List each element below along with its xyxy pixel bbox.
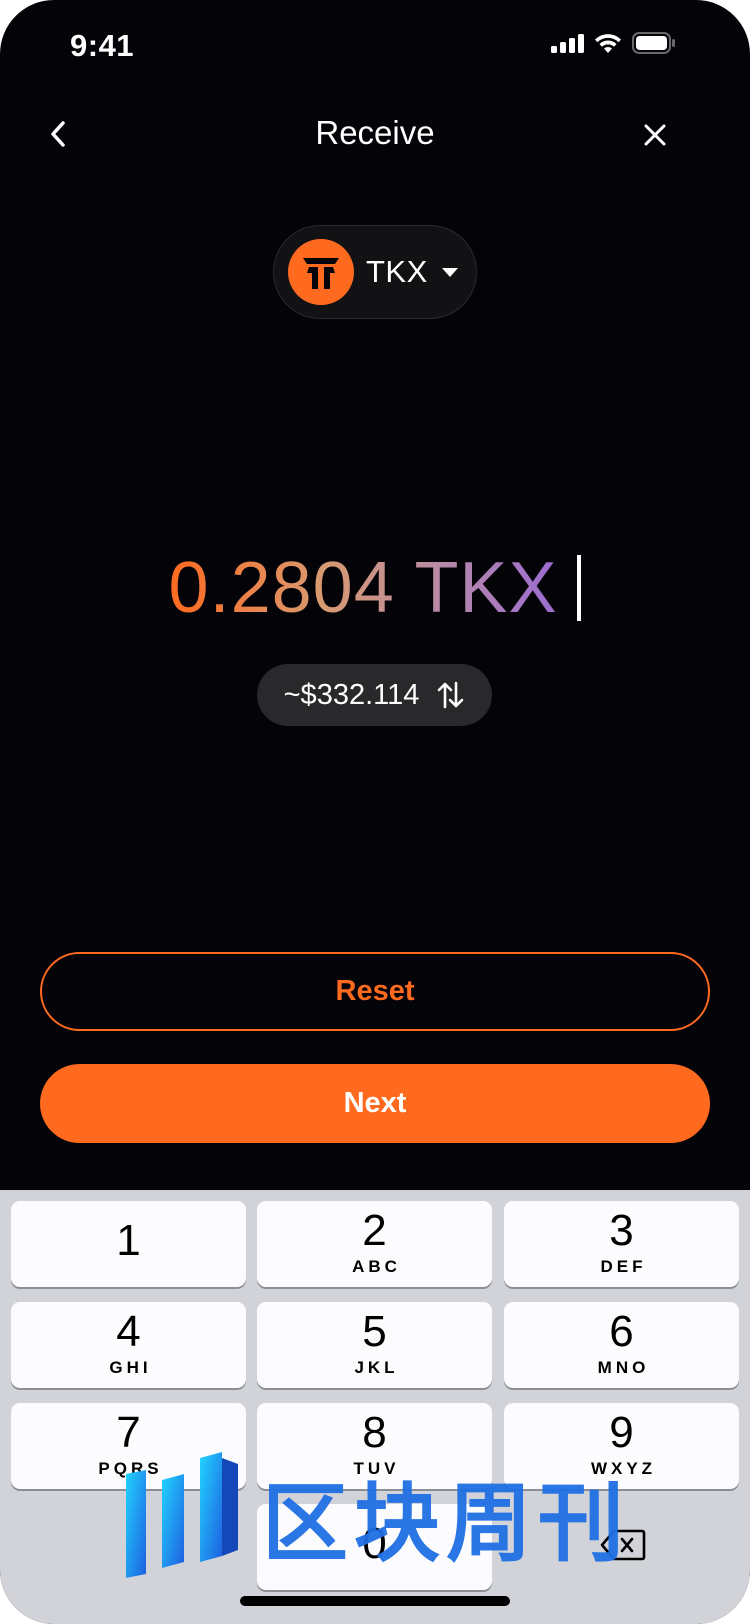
close-button[interactable] [638, 118, 672, 152]
key-2[interactable]: 2 ABC [257, 1201, 492, 1287]
key-6[interactable]: 6 MNO [504, 1302, 739, 1388]
signal-icon [551, 33, 584, 53]
watermark: 区块周刊 [122, 1450, 630, 1580]
key-4[interactable]: 4 GHI [11, 1302, 246, 1388]
reset-button[interactable]: Reset [40, 952, 710, 1031]
watermark-logo-icon [126, 1452, 238, 1578]
status-time: 9:41 [70, 28, 135, 63]
key-5[interactable]: 5 JKL [257, 1302, 492, 1388]
amount-value: 0.2804 TKX [168, 548, 558, 628]
amount-display[interactable]: 0.2804 TKX [0, 548, 750, 628]
wifi-icon [595, 33, 621, 53]
fiat-value: ~$332.114 [283, 678, 420, 711]
home-indicator [240, 1596, 510, 1606]
token-logo-icon [288, 239, 354, 305]
caret-down-icon [441, 267, 458, 277]
status-icons [551, 32, 676, 54]
text-cursor [577, 555, 582, 621]
swap-arrows-icon [435, 680, 465, 710]
key-3[interactable]: 3 DEF [504, 1201, 739, 1287]
key-1[interactable]: 1 [11, 1201, 246, 1287]
close-icon [644, 124, 666, 146]
token-symbol: TKX [366, 254, 428, 289]
fiat-toggle[interactable]: ~$332.114 [257, 664, 492, 726]
app-screen: 9:41 Receive TKX 0.2804 TKX ~$332.114 Re… [0, 0, 750, 1624]
watermark-text: 区块周刊 [262, 1473, 630, 1574]
battery-icon [632, 32, 675, 54]
next-button[interactable]: Next [40, 1064, 710, 1143]
token-selector[interactable]: TKX [273, 225, 477, 319]
